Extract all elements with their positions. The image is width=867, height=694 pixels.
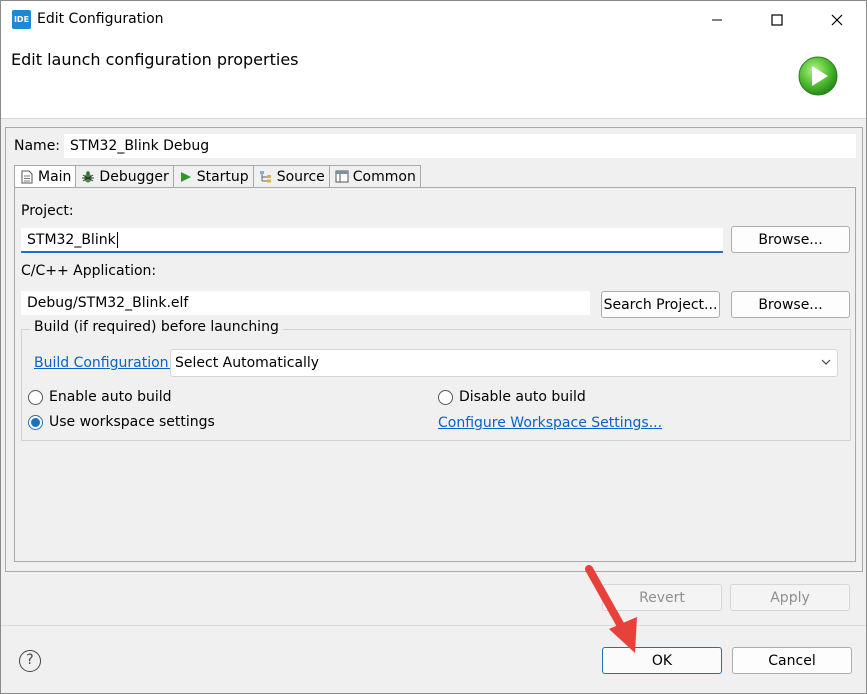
apply-button[interactable]: Apply <box>730 584 850 611</box>
build-configuration-link[interactable]: Build Configuration: <box>34 355 173 371</box>
radio-checked <box>28 414 43 430</box>
bug-icon <box>81 170 95 184</box>
project-label: Project: <box>21 203 74 219</box>
configuration-content: Name: STM32_Blink Debug Main Debugger St… <box>5 127 863 572</box>
tab-debugger[interactable]: Debugger <box>76 165 174 188</box>
tab-source[interactable]: Source <box>253 165 330 188</box>
enable-auto-build-label: Enable auto build <box>49 389 172 405</box>
enable-auto-build-radio[interactable]: Enable auto build <box>28 389 172 405</box>
radio-unchecked <box>438 389 453 405</box>
name-label: Name: <box>14 138 61 154</box>
tab-debugger-label: Debugger <box>99 168 169 185</box>
radio-unchecked <box>28 389 43 405</box>
configure-workspace-settings-link[interactable]: Configure Workspace Settings... <box>438 415 662 431</box>
browse-project-button[interactable]: Browse... <box>731 226 850 253</box>
play-icon <box>179 170 193 184</box>
tab-source-label: Source <box>276 168 325 185</box>
search-project-button[interactable]: Search Project... <box>601 291 720 318</box>
minimize-button[interactable] <box>687 1 747 39</box>
name-input[interactable]: STM32_Blink Debug <box>64 134 856 158</box>
page-title: Edit launch configuration properties <box>11 50 299 69</box>
window-title: Edit Configuration <box>37 11 164 27</box>
source-tree-icon <box>259 170 273 184</box>
tab-bar: Main Debugger Startup Source Common <box>14 165 421 189</box>
run-icon <box>798 56 838 96</box>
title-bar: IDE Edit Configuration <box>1 1 866 39</box>
close-icon <box>831 14 843 26</box>
application-label: C/C++ Application: <box>21 263 157 279</box>
use-workspace-settings-radio[interactable]: Use workspace settings <box>28 414 215 430</box>
project-input[interactable]: STM32_Blink <box>21 228 723 253</box>
maximize-icon <box>771 14 783 26</box>
tab-main-label: Main <box>38 169 72 185</box>
text-cursor <box>116 232 118 248</box>
edit-configuration-window: IDE Edit Configuration Edit launch confi… <box>0 0 867 694</box>
tab-startup[interactable]: Startup <box>173 165 254 188</box>
build-configuration-select[interactable]: Select Automatically <box>170 349 838 377</box>
window-icon <box>335 170 349 184</box>
help-icon[interactable]: ? <box>19 650 41 672</box>
minimize-icon <box>712 19 722 21</box>
disable-auto-build-label: Disable auto build <box>459 389 586 405</box>
build-configuration-value: Select Automatically <box>175 355 320 371</box>
disable-auto-build-radio[interactable]: Disable auto build <box>438 389 586 405</box>
main-tab-panel: Project: STM32_Blink Browse... C/C++ App… <box>14 187 856 562</box>
chevron-down-icon <box>821 359 831 365</box>
browse-application-button[interactable]: Browse... <box>731 291 850 318</box>
tab-common-label: Common <box>352 168 416 185</box>
maximize-button[interactable] <box>747 1 807 39</box>
document-icon <box>20 170 34 184</box>
tab-startup-label: Startup <box>196 168 249 185</box>
footer-separator <box>1 625 866 626</box>
annotation-arrow <box>585 565 637 653</box>
close-button[interactable] <box>807 1 867 39</box>
build-before-launch-group: Build (if required) before launching Bui… <box>21 319 851 441</box>
ide-app-icon: IDE <box>12 10 31 29</box>
application-input[interactable]: Debug/STM32_Blink.elf <box>21 291 590 315</box>
tab-main[interactable]: Main <box>14 165 77 189</box>
build-group-title: Build (if required) before launching <box>30 319 283 335</box>
tab-common[interactable]: Common <box>329 165 421 188</box>
use-workspace-settings-label: Use workspace settings <box>49 414 215 430</box>
dialog-header: Edit launch configuration properties <box>1 39 866 119</box>
cancel-button[interactable]: Cancel <box>732 647 852 674</box>
project-input-value: STM32_Blink <box>27 232 116 248</box>
